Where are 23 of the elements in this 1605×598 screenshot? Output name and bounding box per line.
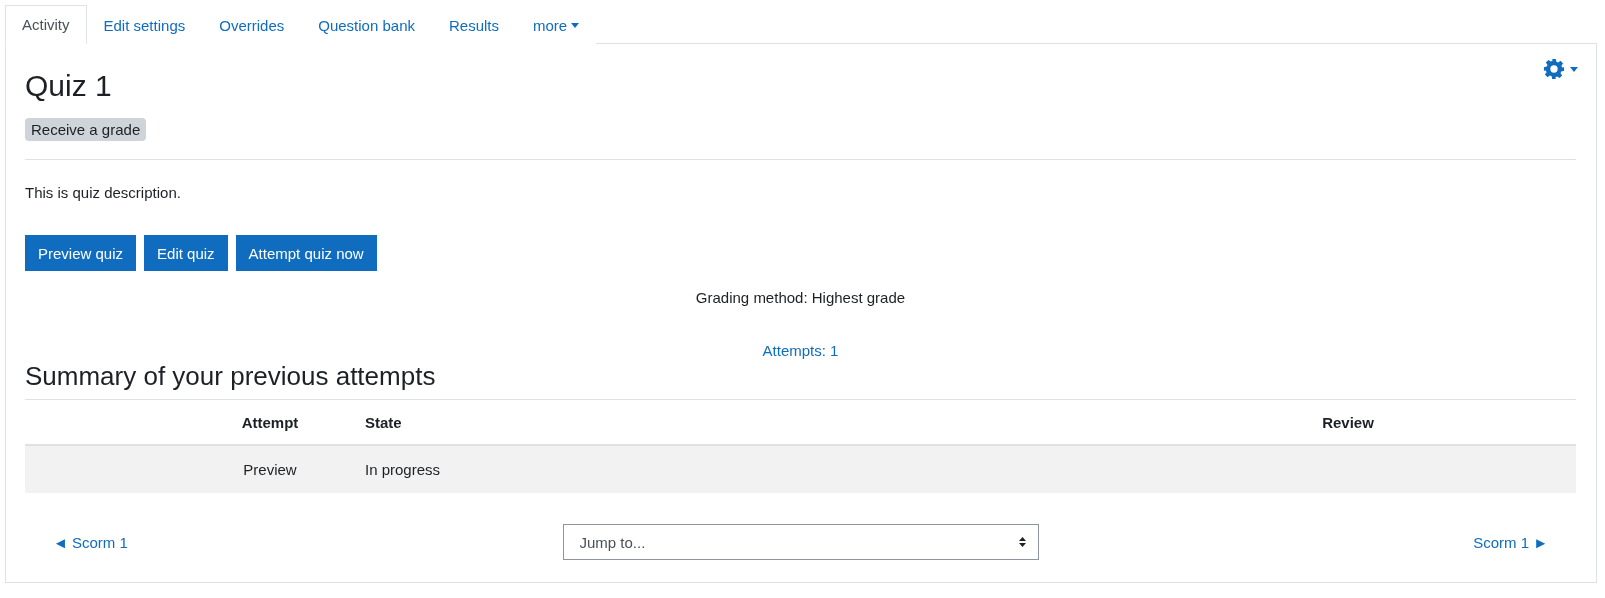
completion-badge: Receive a grade — [25, 118, 147, 141]
action-button[interactable]: Preview quiz — [25, 235, 137, 271]
column-header: State — [365, 413, 403, 431]
caret-icon — [571, 22, 580, 28]
previous-activity-link[interactable]: ◄ Scorm 1 — [53, 533, 128, 551]
settings-icon — [1543, 58, 1565, 80]
jump-to-select[interactable]: Jump to... — [562, 524, 1039, 560]
action-button[interactable]: Edit quiz — [144, 235, 228, 271]
column-header: Attempt — [240, 413, 300, 431]
page-title: Quiz 1 — [25, 68, 112, 104]
column-header: Review — [1321, 413, 1375, 431]
sort-arrows-icon — [1018, 537, 1026, 547]
caret-icon — [1570, 66, 1578, 72]
grading-method: Grading method: Highest grade — [694, 289, 907, 306]
settings-menu[interactable] — [1543, 58, 1578, 80]
action-button[interactable]: Attempt quiz now — [235, 235, 377, 271]
attempts-link[interactable]: Attempts: 1 — [25, 342, 1576, 359]
table-cell-text: In progress — [365, 461, 442, 478]
quiz-description: This is quiz description. — [25, 184, 182, 201]
table-cell-text: Preview — [242, 461, 298, 478]
tab[interactable]: Activity — [5, 5, 87, 44]
next-activity-link[interactable]: Scorm 1 ► — [1473, 533, 1548, 551]
section-heading: Summary of your previous attempts — [25, 361, 437, 392]
